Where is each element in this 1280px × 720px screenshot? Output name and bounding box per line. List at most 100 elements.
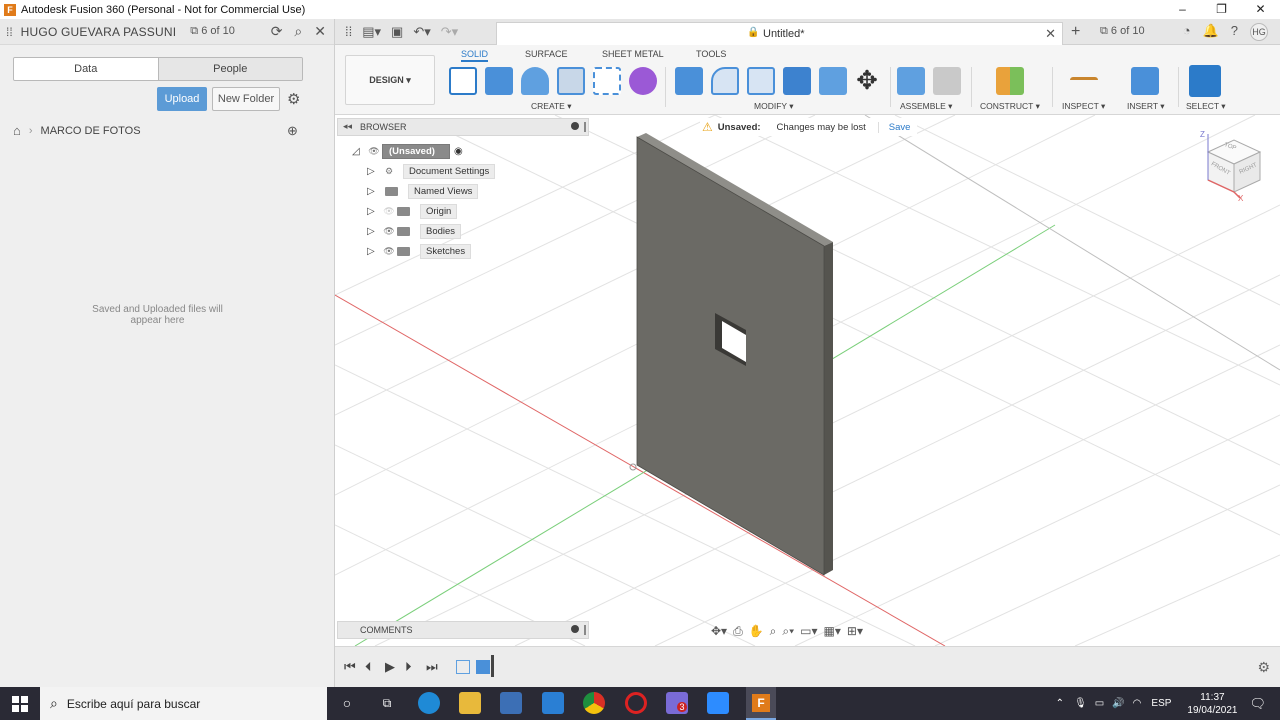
notifications-icon[interactable]: 🔔 — [1203, 23, 1219, 41]
globe-icon[interactable]: ⊕ — [287, 123, 298, 139]
create-sketch-icon[interactable] — [449, 67, 477, 95]
orbit-icon[interactable]: ✥▾ — [711, 624, 727, 638]
timeline-marker[interactable] — [491, 655, 494, 677]
language-indicator[interactable]: ESP — [1151, 698, 1171, 709]
go-to-start-icon[interactable]: ⏮ — [344, 659, 356, 675]
tab-sheet-metal[interactable]: SHEET METAL — [602, 49, 664, 59]
tree-item-origin[interactable]: ▷ 👁 Origin — [367, 202, 458, 220]
visibility-eye-icon[interactable]: 👁 — [381, 246, 397, 257]
hole-icon[interactable] — [557, 67, 585, 95]
visibility-eye-icon[interactable]: 👁 — [366, 146, 382, 157]
step-back-icon[interactable]: ⏴ — [365, 659, 372, 675]
fillet-icon[interactable] — [711, 67, 739, 95]
show-hidden-icons-icon[interactable]: ⌃ — [1056, 698, 1064, 709]
expand-triangle-icon[interactable]: ▷ — [367, 226, 381, 237]
redo-icon[interactable]: ↷▾ — [441, 24, 458, 40]
expand-triangle-icon[interactable]: ▷ — [367, 206, 381, 217]
tree-item-bodies[interactable]: ▷ 👁 Bodies — [367, 222, 462, 240]
comments-panel-header[interactable]: COMMENTS — [337, 621, 589, 639]
help-icon[interactable]: ? — [1231, 23, 1238, 41]
file-menu-icon[interactable]: ▤▾ — [362, 24, 381, 40]
close-document-icon[interactable]: ✕ — [1045, 26, 1056, 42]
zoom-icon[interactable]: ⌕ — [770, 624, 777, 639]
pattern-icon[interactable] — [593, 67, 621, 95]
comments-add-icon[interactable] — [571, 625, 579, 633]
messenger-icon[interactable]: 3 — [666, 692, 688, 714]
press-pull-icon[interactable] — [675, 67, 703, 95]
home-icon[interactable]: ⌂ — [13, 123, 21, 138]
look-at-icon[interactable]: ⎙ — [733, 624, 743, 639]
move-icon[interactable]: ✥ — [853, 67, 881, 95]
browser-resize-handle[interactable] — [584, 122, 586, 132]
tab-surface[interactable]: SURFACE — [525, 49, 568, 59]
mail-icon[interactable] — [542, 692, 564, 714]
user-name[interactable]: HUGO GUEVARA PASSUNI — [21, 25, 177, 39]
close-panel-icon[interactable]: ✕ — [314, 23, 326, 40]
job-status[interactable]: ⧉ 6 of 10 — [1100, 25, 1145, 38]
tab-data[interactable]: Data — [14, 58, 159, 80]
measure-icon[interactable] — [1070, 77, 1098, 87]
inspect-menu[interactable]: INSPECT ▾ — [1062, 101, 1105, 112]
search-icon[interactable]: ⌕ — [294, 23, 302, 40]
display-settings-icon[interactable]: ▭▾ — [800, 624, 817, 638]
expand-triangle-icon[interactable]: ▷ — [367, 246, 381, 257]
microphone-icon[interactable]: 🎙 — [1074, 698, 1087, 709]
assemble-menu[interactable]: ASSEMBLE ▾ — [900, 101, 952, 112]
select-menu[interactable]: SELECT ▾ — [1186, 101, 1226, 112]
battery-icon[interactable]: ▭ — [1095, 698, 1104, 709]
upload-button[interactable]: Upload — [157, 87, 207, 111]
tab-tools[interactable]: TOOLS — [696, 49, 726, 59]
viewcube[interactable]: TOP FRONT RIGHT Z X — [1198, 130, 1264, 206]
tab-solid[interactable]: SOLID — [461, 49, 489, 62]
avatar[interactable]: HG — [1250, 23, 1268, 41]
expand-triangle-icon[interactable]: ▷ — [367, 166, 381, 177]
edge-icon[interactable] — [418, 692, 440, 714]
notification-center-icon[interactable]: 🗨 — [1249, 696, 1266, 712]
visibility-eye-icon[interactable]: 👁 — [381, 226, 397, 237]
new-component-icon[interactable] — [897, 67, 925, 95]
clock-icon[interactable]: ◔ — [1183, 23, 1191, 41]
tree-item-document-settings[interactable]: ▷ ⚙ Document Settings — [367, 162, 496, 180]
expand-triangle-icon[interactable]: ◿ — [352, 146, 366, 157]
new-tab-icon[interactable]: + — [1071, 23, 1080, 41]
cortana-icon[interactable]: ○ — [336, 692, 358, 714]
activate-radio-icon[interactable]: ◉ — [454, 146, 463, 157]
taskbar-search-box[interactable]: ⌕ Escribe aquí para buscar — [40, 687, 327, 720]
grid-settings-icon[interactable]: ▦▾ — [824, 624, 841, 638]
browser-panel-header[interactable]: ◂◂ BROWSER — [337, 118, 589, 136]
fit-icon[interactable]: ⌕▾ — [782, 624, 794, 639]
minimize-button[interactable]: – — [1163, 0, 1202, 19]
apps-grid-icon[interactable]: ⁞⁞ — [345, 24, 352, 39]
tree-item-sketches[interactable]: ▷ 👁 Sketches — [367, 242, 472, 260]
tab-people[interactable]: People — [158, 58, 302, 80]
gear-icon[interactable]: ⚙ — [287, 90, 300, 108]
timeline-sketch-feature-icon[interactable] — [456, 660, 470, 674]
jobs-count[interactable]: ⧉ 6 of 10 — [190, 25, 235, 38]
save-link[interactable]: Save — [877, 121, 910, 133]
browser-root[interactable]: ◿ 👁 (Unsaved) ◉ — [352, 142, 463, 160]
undo-icon[interactable]: ↶▾ — [413, 24, 430, 40]
expand-triangle-icon[interactable]: ▷ — [367, 186, 381, 197]
combine-icon[interactable] — [783, 67, 811, 95]
chrome-icon[interactable] — [583, 692, 605, 714]
refresh-icon[interactable]: ⟳ — [271, 23, 283, 40]
zoom-app-icon[interactable] — [707, 692, 729, 714]
fusion-taskbar-icon[interactable]: F — [746, 687, 776, 720]
save-icon[interactable]: ▣ — [391, 24, 403, 40]
breadcrumb-project[interactable]: MARCO DE FOTOS — [41, 125, 141, 137]
extrude-icon[interactable] — [485, 67, 513, 95]
pan-icon[interactable]: ✋ — [749, 624, 764, 638]
step-forward-icon[interactable]: ⏵ — [405, 659, 412, 675]
viewports-icon[interactable]: ⊞▾ — [847, 624, 863, 638]
body-side-face[interactable] — [824, 242, 833, 575]
close-window-button[interactable]: ✕ — [1241, 0, 1280, 19]
task-view-icon[interactable]: ⧉ — [376, 692, 398, 714]
wifi-icon[interactable]: ◠ — [1133, 698, 1142, 709]
collapse-icon[interactable]: ◂◂ — [343, 121, 352, 132]
shell-icon[interactable] — [747, 67, 775, 95]
split-body-icon[interactable] — [819, 67, 847, 95]
workspace-switcher[interactable]: DESIGN ▾ — [345, 55, 435, 105]
go-to-end-icon[interactable]: ⏭ — [426, 659, 438, 675]
joint-icon[interactable] — [933, 67, 961, 95]
root-component-label[interactable]: (Unsaved) — [382, 143, 450, 159]
